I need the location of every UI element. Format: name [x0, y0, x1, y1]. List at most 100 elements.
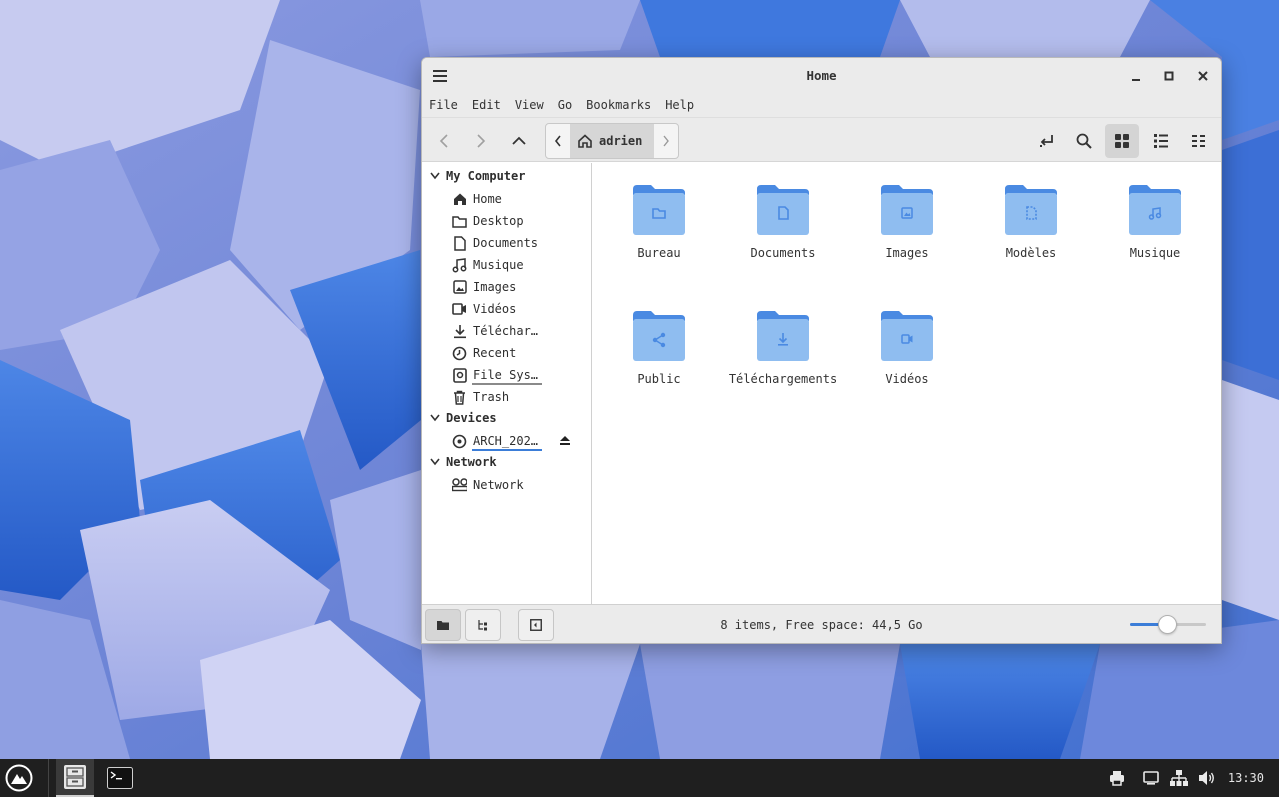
volume-icon[interactable]: [1198, 769, 1216, 787]
sidebar-item-label: ARCH_2025…: [473, 434, 545, 448]
file-cabinet-icon: [64, 765, 86, 789]
eject-icon[interactable]: [559, 434, 571, 446]
menu-go[interactable]: Go: [558, 98, 572, 112]
sidebar-section-devices[interactable]: Devices: [430, 409, 497, 427]
folder-item[interactable]: Téléchargements: [728, 309, 838, 386]
folder-icon: [633, 185, 685, 235]
folder-name: Bureau: [637, 246, 681, 260]
app-launcher-icon: [5, 764, 33, 792]
taskbar-terminal[interactable]: [101, 759, 139, 797]
sidebar-item-label: Desktop: [473, 214, 524, 228]
app-menu-button[interactable]: [0, 759, 38, 797]
list-view-button[interactable]: [1144, 124, 1178, 158]
image-icon: [452, 280, 467, 295]
back-button[interactable]: [427, 124, 461, 158]
folder-name: Documents: [750, 246, 816, 260]
sidebar-item-network[interactable]: Network: [452, 475, 587, 495]
video-icon: [452, 302, 467, 317]
trash-icon: [452, 390, 467, 405]
compact-list-icon: [1192, 135, 1205, 147]
folder-item[interactable]: Musique: [1100, 183, 1210, 260]
sidebar-item-desktop[interactable]: Desktop: [452, 211, 587, 231]
sidebar-item-label: Vidéos: [473, 302, 517, 316]
sidebar-section-label: My Computer: [446, 169, 526, 183]
up-button[interactable]: [502, 124, 536, 158]
path-scroll-left[interactable]: [546, 124, 570, 158]
search-button[interactable]: [1067, 124, 1101, 158]
sidebar-item-music[interactable]: Musique: [452, 255, 587, 275]
template-icon: [1005, 185, 1057, 235]
sidebar-section-network[interactable]: Network: [430, 453, 497, 471]
path-bar: adrien: [545, 123, 679, 159]
sidebar-item-label: Home: [473, 192, 502, 206]
network-status-icon[interactable]: [1170, 769, 1188, 787]
sidebar-item-documents[interactable]: Documents: [452, 233, 587, 253]
sidebar: My Computer Home Desktop Documents Musiq…: [422, 163, 592, 604]
status-bar: 8 items, Free space: 44,5 Go: [422, 604, 1221, 643]
menu-file[interactable]: File: [429, 98, 458, 112]
menu-edit[interactable]: Edit: [472, 98, 501, 112]
minimize-icon[interactable]: [1126, 66, 1146, 86]
title-bar: Home: [422, 58, 1221, 93]
file-view: Bureau Documents Images Modèles Musique …: [593, 163, 1221, 604]
folder-icon: [452, 214, 467, 229]
chevron-down-icon: [430, 414, 440, 422]
sidebar-item-home[interactable]: Home: [452, 189, 587, 209]
close-icon[interactable]: [1193, 66, 1213, 86]
compact-view-button[interactable]: [1182, 124, 1216, 158]
image-icon: [881, 185, 933, 235]
home-icon: [578, 134, 592, 148]
path-crumb-home[interactable]: adrien: [570, 124, 654, 158]
sidebar-section-my-computer[interactable]: My Computer: [430, 167, 525, 185]
taskbar-separator: [48, 759, 49, 797]
path-scroll-right[interactable]: [654, 124, 678, 158]
sidebar-item-label: Musique: [473, 258, 524, 272]
file-manager-window: Home File Edit View Go Bookmarks Help ad…: [421, 57, 1222, 644]
disc-icon: [452, 434, 467, 449]
sidebar-item-videos[interactable]: Vidéos: [452, 299, 587, 319]
return-arrow-icon: [1040, 135, 1053, 147]
folder-item[interactable]: Modèles: [976, 183, 1086, 260]
folder-item[interactable]: Bureau: [604, 183, 714, 260]
folder-item[interactable]: Vidéos: [852, 309, 962, 386]
clock-icon: [452, 346, 467, 361]
taskbar-clock[interactable]: 13:30: [1228, 771, 1264, 785]
sidebar-item-recent[interactable]: Recent: [452, 343, 587, 363]
folder-item[interactable]: Documents: [728, 183, 838, 260]
list-icon: [1154, 134, 1168, 148]
folder-item[interactable]: Public: [604, 309, 714, 386]
zoom-slider-handle[interactable]: [1158, 615, 1177, 634]
sidebar-item-downloads[interactable]: Télécharg…: [452, 321, 587, 341]
toggle-location-button[interactable]: [1030, 124, 1064, 158]
chevron-right-icon: [663, 135, 669, 147]
sidebar-item-label: File Syst…: [473, 368, 545, 382]
document-icon: [757, 185, 809, 235]
zoom-slider[interactable]: [1130, 615, 1206, 634]
menu-view[interactable]: View: [515, 98, 544, 112]
folder-name: Téléchargements: [728, 372, 838, 386]
sidebar-item-images[interactable]: Images: [452, 277, 587, 297]
sidebar-item-trash[interactable]: Trash: [452, 387, 587, 407]
sidebar-item-label: Documents: [473, 236, 539, 250]
path-crumb-label: adrien: [599, 134, 643, 148]
sidebar-item-filesystem[interactable]: File Syst…: [452, 365, 587, 385]
taskbar-file-manager[interactable]: [56, 759, 94, 797]
status-text: 8 items, Free space: 44,5 Go: [720, 618, 923, 632]
hamburger-menu-icon[interactable]: [430, 66, 450, 86]
menu-bookmarks[interactable]: Bookmarks: [586, 98, 651, 112]
folder-name: Public: [637, 372, 681, 386]
printer-icon[interactable]: [1108, 769, 1126, 787]
device-usage-bar: [472, 449, 542, 451]
grid-icon: [1115, 134, 1129, 148]
folder-name: Modèles: [1005, 246, 1057, 260]
forward-button[interactable]: [464, 124, 498, 158]
download-icon: [757, 311, 809, 361]
folder-item[interactable]: Images: [852, 183, 962, 260]
icon-view-button[interactable]: [1105, 124, 1139, 158]
sidebar-item-label: Télécharg…: [473, 324, 545, 338]
download-icon: [452, 324, 467, 339]
menu-help[interactable]: Help: [665, 98, 694, 112]
maximize-icon[interactable]: [1159, 66, 1179, 86]
display-icon[interactable]: [1142, 769, 1160, 787]
toolbar: adrien: [422, 118, 1221, 162]
